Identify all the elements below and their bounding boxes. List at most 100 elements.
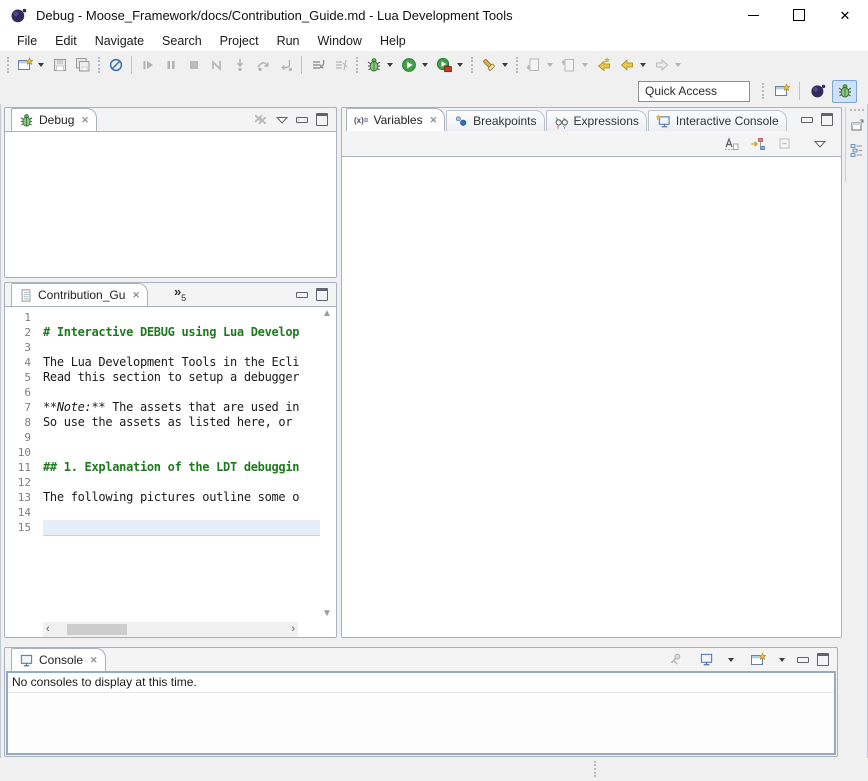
quick-access-input[interactable]: Quick Access — [638, 81, 750, 102]
external-tools-dropdown-arrow[interactable] — [457, 63, 463, 67]
back-button[interactable] — [615, 53, 638, 76]
menu-navigate[interactable]: Navigate — [86, 32, 153, 50]
editor-line-13[interactable]: The following pictures outline some o — [43, 490, 320, 505]
window-maximize-button[interactable] — [776, 0, 822, 30]
menu-edit[interactable]: Edit — [46, 32, 86, 50]
run-button[interactable] — [397, 53, 420, 76]
toolbar-drag-grip[interactable] — [356, 57, 358, 73]
step-into-button[interactable] — [228, 53, 251, 76]
view-maximize-button[interactable] — [817, 653, 829, 666]
tab-close-icon[interactable]: ✕ — [81, 115, 89, 126]
next-annotation-dropdown-arrow[interactable] — [547, 63, 553, 67]
forward-button[interactable] — [650, 53, 673, 76]
save-all-button[interactable] — [71, 53, 94, 76]
window-close-button[interactable]: ✕ — [822, 0, 868, 30]
editor-line-7[interactable]: **Note:** The assets that are used in — [43, 400, 320, 415]
scroll-left-icon[interactable]: ‹ — [43, 624, 53, 635]
show-logical-structure-button[interactable] — [746, 132, 769, 155]
editor-line-9[interactable] — [43, 430, 320, 445]
step-over-button[interactable] — [251, 53, 274, 76]
editor-line-1[interactable] — [43, 310, 320, 325]
tab-close-icon[interactable]: ✕ — [90, 655, 98, 666]
toolbar-drag-grip[interactable] — [762, 83, 764, 99]
editor-line-11[interactable]: ## 1. Explanation of the LDT debuggin — [43, 460, 320, 475]
outline-view-button[interactable] — [847, 141, 867, 159]
step-return-button[interactable] — [274, 53, 297, 76]
view-minimize-button[interactable] — [296, 292, 308, 298]
drop-to-frame-button[interactable] — [306, 53, 329, 76]
disconnect-button[interactable] — [205, 53, 228, 76]
toolbar-drag-grip[interactable] — [471, 57, 473, 73]
forward-dropdown-arrow[interactable] — [675, 63, 681, 67]
display-selected-console-button[interactable] — [695, 648, 718, 671]
remove-all-terminated-button[interactable] — [253, 112, 268, 127]
menu-file[interactable]: File — [8, 32, 46, 50]
scroll-down-icon[interactable]: ▼ — [322, 609, 332, 619]
open-console-button[interactable] — [746, 648, 769, 671]
previous-annotation-dropdown-arrow[interactable] — [582, 63, 588, 67]
editor-line-6[interactable] — [43, 385, 320, 400]
debug-perspective-button[interactable] — [832, 80, 857, 103]
tab-contribution-guide[interactable]: Contribution_Gu ✕ — [11, 283, 148, 306]
new-wizard-button[interactable] — [13, 53, 36, 76]
window-minimize-button[interactable] — [730, 0, 776, 30]
collapse-all-button[interactable] — [773, 132, 796, 155]
editor-line-4[interactable]: The Lua Development Tools in the Ecli — [43, 355, 320, 370]
debug-button[interactable] — [362, 53, 385, 76]
debug-dropdown-arrow[interactable] — [387, 63, 393, 67]
show-type-names-button[interactable] — [719, 132, 742, 155]
scroll-up-icon[interactable]: ▲ — [322, 309, 332, 319]
editor-content[interactable]: 123456789101112131415 # Interactive DEBU… — [5, 306, 336, 637]
tab-interactive-console[interactable]: Interactive Console — [648, 110, 787, 131]
external-tools-button[interactable] — [432, 53, 455, 76]
use-step-filters-button[interactable] — [329, 53, 352, 76]
next-annotation-button[interactable] — [522, 53, 545, 76]
toolbar-drag-grip[interactable] — [98, 57, 100, 73]
editor-line-2[interactable]: # Interactive DEBUG using Lua Develop — [43, 325, 320, 340]
menu-help[interactable]: Help — [371, 32, 415, 50]
run-dropdown-arrow[interactable] — [422, 63, 428, 67]
previous-annotation-button[interactable] — [557, 53, 580, 76]
editor-line-15[interactable] — [43, 520, 320, 535]
view-maximize-button[interactable] — [316, 288, 328, 301]
editor-horizontal-scrollbar[interactable]: ‹ › — [43, 622, 298, 637]
tab-console[interactable]: Console ✕ — [11, 648, 106, 671]
menu-window[interactable]: Window — [309, 32, 371, 50]
editor-line-14[interactable] — [43, 505, 320, 520]
save-button[interactable] — [48, 53, 71, 76]
editor-line-3[interactable] — [43, 340, 320, 355]
back-dropdown-arrow[interactable] — [640, 63, 646, 67]
display-console-dropdown-arrow[interactable] — [728, 658, 734, 662]
view-minimize-button[interactable] — [296, 117, 308, 123]
editor-line-12[interactable] — [43, 475, 320, 490]
editor-line-10[interactable] — [43, 445, 320, 460]
menu-project[interactable]: Project — [211, 32, 268, 50]
trim-drag-grip[interactable] — [850, 109, 864, 111]
status-drag-grip[interactable] — [594, 761, 596, 777]
menu-search[interactable]: Search — [153, 32, 211, 50]
pin-console-button[interactable] — [664, 648, 687, 671]
console-content[interactable]: No consoles to display at this time. — [6, 671, 836, 755]
tab-close-icon[interactable]: ✕ — [430, 115, 438, 126]
search-button[interactable] — [477, 53, 500, 76]
tab-close-icon[interactable]: ✕ — [132, 290, 140, 301]
scrollbar-thumb[interactable] — [67, 624, 127, 635]
tab-debug[interactable]: Debug ✕ — [11, 108, 97, 131]
view-maximize-button[interactable] — [821, 113, 833, 126]
tab-breakpoints[interactable]: Breakpoints — [446, 110, 544, 131]
open-console-dropdown-arrow[interactable] — [779, 658, 785, 662]
tab-variables[interactable]: (x)= Variables ✕ — [346, 108, 445, 131]
open-perspective-button[interactable] — [769, 80, 794, 103]
editor-vertical-scrollbar[interactable]: ▲ ▼ — [320, 307, 334, 621]
view-menu-icon[interactable] — [276, 116, 288, 124]
restore-view-button[interactable] — [847, 117, 867, 135]
view-maximize-button[interactable] — [316, 113, 328, 126]
variables-view-content[interactable] — [342, 156, 841, 637]
resume-button[interactable] — [136, 53, 159, 76]
lua-perspective-button[interactable] — [805, 80, 830, 103]
editor-line-5[interactable]: Read this section to setup a debugger — [43, 370, 320, 385]
editor-line-8[interactable]: So use the assets as listed here, or — [43, 415, 320, 430]
tab-expressions[interactable]: Expressions — [546, 110, 647, 131]
view-menu-icon[interactable] — [808, 132, 831, 155]
new-dropdown-arrow[interactable] — [38, 63, 44, 67]
